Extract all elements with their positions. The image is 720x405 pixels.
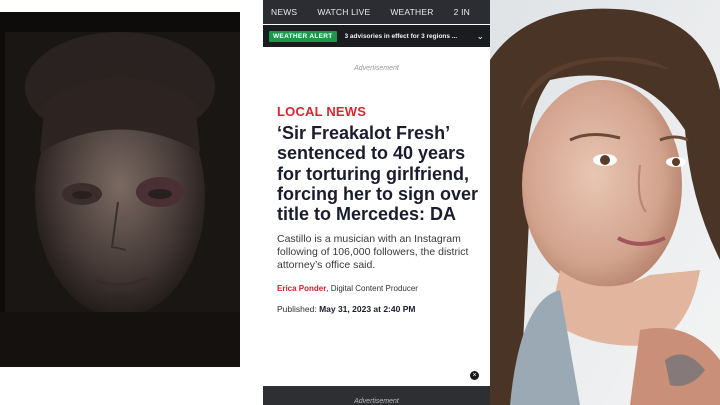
published-label: Published:	[277, 304, 320, 315]
article-screenshot: NEWS WATCH LIVE WEATHER 2 IN WEATHER ALE…	[263, 0, 490, 405]
section-label[interactable]: LOCAL NEWS	[277, 104, 490, 119]
nav-item-2-in[interactable]: 2 IN	[454, 7, 470, 17]
right-photo-portrait	[490, 0, 720, 405]
nav-item-weather[interactable]: WEATHER	[390, 7, 433, 17]
right-photo-image	[490, 0, 720, 405]
published-value: May 31, 2023 at 2:40 PM	[319, 304, 416, 315]
article-dek: Castillo is a musician with an Instagram…	[277, 233, 469, 271]
left-photo-image	[0, 12, 240, 367]
close-icon[interactable]: ×	[470, 371, 479, 380]
published-date: Published: May 31, 2023 at 2:40 PM	[277, 304, 490, 314]
top-navigation: NEWS WATCH LIVE WEATHER 2 IN	[263, 0, 490, 24]
advertisement-label: Advertisement	[354, 65, 399, 72]
weather-alert-text: 3 advisories in effect for 3 regions ...	[344, 32, 458, 40]
weather-alert-badge: WEATHER ALERT	[269, 30, 337, 42]
chevron-down-icon[interactable]: ⌄	[476, 31, 484, 42]
bottom-advertisement: Advertisement	[263, 386, 490, 405]
nav-item-watch-live[interactable]: WATCH LIVE	[317, 7, 370, 17]
author-role: , Digital Content Producer	[326, 284, 418, 294]
author-link[interactable]: Erica Ponder	[277, 284, 326, 293]
byline: Erica Ponder, Digital Content Producer	[277, 284, 490, 293]
bottom-ad-label: Advertisement	[354, 398, 399, 405]
article-headline: ‘Sir Freakalot Fresh’ sentenced to 40 ye…	[277, 123, 479, 225]
nav-item-news[interactable]: NEWS	[271, 7, 297, 17]
weather-alert-bar[interactable]: WEATHER ALERT 3 advisories in effect for…	[263, 25, 490, 47]
left-photo-bruised-face	[0, 12, 240, 367]
